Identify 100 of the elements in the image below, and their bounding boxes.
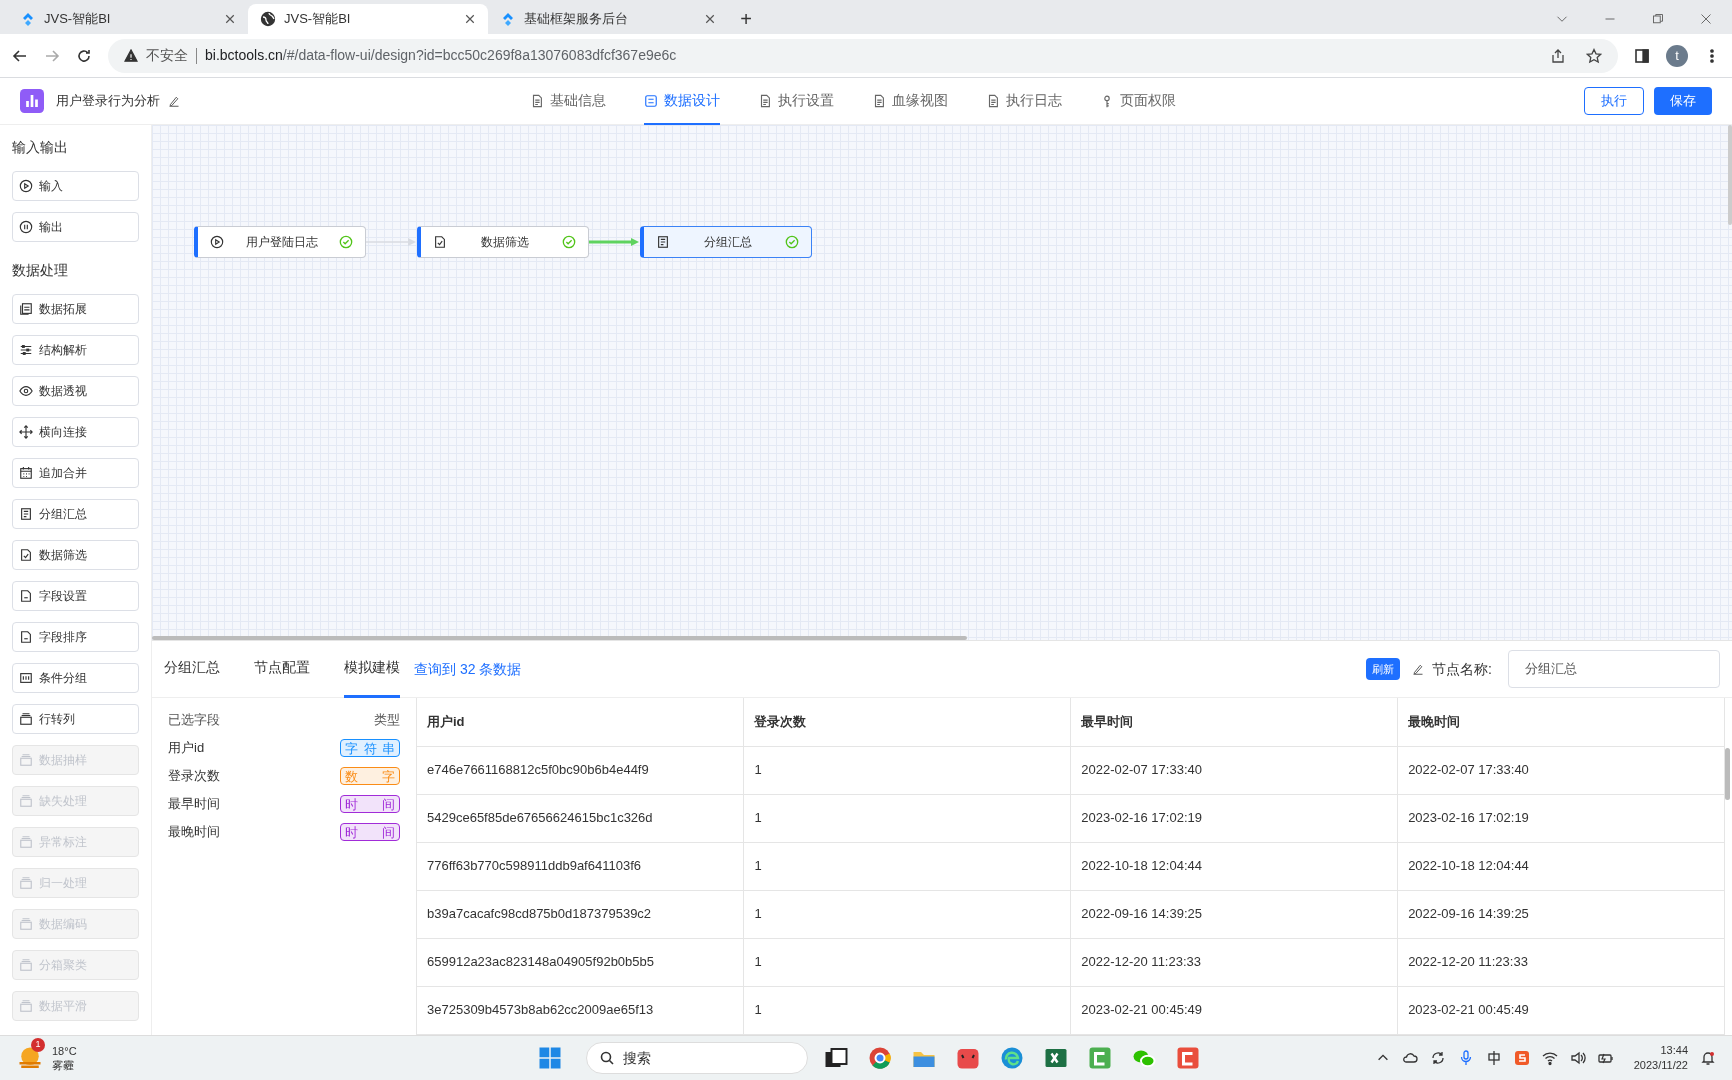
edit-icon [1412, 663, 1425, 675]
panel-tab[interactable]: 模拟建模 [344, 640, 400, 698]
tab-title: 基础框架服务后台 [524, 10, 629, 29]
document-icon [644, 93, 658, 108]
sidebar-item[interactable]: 横向连接 [12, 417, 139, 447]
weather-text: 雾霾 [52, 1058, 75, 1072]
clock-date: 2023/11/22 [1633, 1058, 1688, 1073]
panel-tab[interactable]: 节点配置 [254, 640, 310, 698]
table-cell: 2023-02-16 17:02:19 [1070, 794, 1398, 842]
document-icon [530, 93, 544, 108]
close-icon[interactable] [464, 13, 476, 25]
search-field[interactable]: 搜索 [586, 1042, 808, 1074]
document-icon [656, 235, 670, 249]
flow-node[interactable]: 数据筛选 [417, 226, 589, 258]
save-button[interactable]: 保存 [1654, 87, 1712, 115]
table-cell: 2022-10-18 12:04:44 [1397, 842, 1725, 890]
table-cell: 2023-02-16 17:02:19 [1397, 794, 1725, 842]
scrollbar-thumb[interactable] [152, 636, 967, 640]
close-icon[interactable] [1700, 13, 1712, 25]
share-icon[interactable] [1550, 47, 1566, 64]
run-button[interactable]: 执行 [1584, 87, 1644, 115]
cat-app-icon[interactable] [956, 1046, 980, 1070]
table-cell: 2022-12-20 11:23:33 [1397, 938, 1725, 986]
stack-icon [19, 753, 33, 767]
sidebar-item[interactable]: 结构解析 [12, 335, 139, 365]
table-cell: 1 [743, 938, 1071, 986]
sidebar-item[interactable]: 输入 [12, 171, 139, 201]
sidebar-item[interactable]: 输出 [12, 212, 139, 242]
table-cell: 2022-09-16 14:39:25 [1070, 890, 1398, 938]
security-label: 不安全 [146, 46, 188, 65]
column-header: 最晚时间 [1397, 698, 1725, 746]
app-logo-icon [20, 89, 44, 113]
profile-avatar[interactable]: t [1666, 44, 1688, 67]
table-cell: 2023-02-21 00:45:49 [1397, 986, 1725, 1034]
notification-badge: 1 [31, 1038, 45, 1052]
node-label: 分组汇总 [702, 234, 753, 251]
sync-icon[interactable] [1429, 1050, 1446, 1066]
sidebar-item[interactable]: 行转列 [12, 704, 139, 734]
nav-tab[interactable]: 执行设置 [758, 78, 834, 125]
document-icon [19, 507, 33, 521]
edit-icon[interactable] [168, 95, 180, 107]
sidebar-item[interactable]: 字段排序 [12, 622, 139, 652]
sliders-icon [19, 343, 33, 357]
browser-tab[interactable]: JVS-智能BI [248, 4, 488, 34]
node-label: 用户登陆日志 [244, 234, 319, 251]
sidebar-item[interactable]: 字段设置 [12, 581, 139, 611]
notification-bell-icon[interactable] [1700, 1050, 1716, 1066]
nav-tab[interactable]: 执行日志 [986, 78, 1062, 125]
address-bar[interactable]: 不安全 bi.bctools.cn/#/data-flow-ui/design?id=bcc50c269f8a13076083dfcf367e9e6c [108, 38, 1618, 73]
task-view-icon[interactable] [824, 1046, 848, 1070]
volume-icon[interactable] [1569, 1050, 1586, 1066]
sidebar-item[interactable]: 数据透视 [12, 376, 139, 406]
tab-title: JVS-智能BI [284, 10, 352, 29]
refresh-button[interactable]: 刷新 [1366, 658, 1401, 680]
nav-tab[interactable]: 页面权限 [1100, 78, 1176, 125]
panel-tab[interactable]: 分组汇总 [164, 640, 220, 698]
section-heading: 数据处理 [12, 261, 69, 280]
node-name-field[interactable]: 分组汇总 [1508, 650, 1720, 688]
play-icon [19, 179, 33, 193]
copy-icon [19, 302, 33, 316]
sidebar-item[interactable]: 追加合并 [12, 458, 139, 488]
column-header: 类型 [374, 711, 400, 730]
flow-node[interactable]: 分组汇总 [640, 226, 812, 258]
result-count-link[interactable]: 查询到 32 条数据 [414, 658, 522, 680]
stack-icon [19, 835, 33, 849]
close-icon[interactable] [704, 13, 716, 25]
back-icon[interactable] [12, 47, 28, 64]
nav-tab[interactable]: 基础信息 [530, 78, 606, 125]
spreadsheet-icon[interactable] [1044, 1046, 1068, 1070]
restore-icon[interactable] [1652, 13, 1664, 25]
table-cell: 1 [743, 842, 1071, 890]
edge-icon[interactable] [1000, 1046, 1024, 1070]
star-icon[interactable] [1586, 47, 1602, 64]
type-tag: 时间 [340, 823, 400, 841]
windows-icon[interactable] [538, 1046, 562, 1070]
scrollbar-thumb[interactable] [1725, 748, 1730, 800]
new-tab-button[interactable]: + [728, 4, 764, 34]
scrollbar-thumb[interactable] [1728, 125, 1732, 225]
recorder-icon[interactable] [1176, 1046, 1200, 1070]
table-cell: 2022-10-18 12:04:44 [1070, 842, 1398, 890]
sidebar-item[interactable]: 条件分组 [12, 663, 139, 693]
wifi-icon[interactable] [1541, 1050, 1558, 1066]
close-icon[interactable] [224, 13, 236, 25]
flow-node[interactable]: 用户登陆日志 [194, 226, 366, 258]
warning-icon [124, 48, 138, 63]
nav-tab[interactable]: 血缘视图 [872, 78, 948, 125]
sidebar-icon[interactable] [1634, 47, 1650, 64]
sidebar-item[interactable]: 数据筛选 [12, 540, 139, 570]
stack-icon [19, 999, 33, 1013]
sidebar-item[interactable]: 数据拓展 [12, 294, 139, 324]
browser-tab[interactable]: JVS-智能BI [8, 4, 248, 34]
cloud-icon[interactable] [1401, 1050, 1418, 1066]
field-name: 用户id [168, 739, 205, 758]
document-check-icon [433, 235, 447, 249]
reload-icon[interactable] [76, 47, 92, 64]
input-method-icon[interactable] [1485, 1050, 1502, 1066]
type-tag: 字符串 [340, 739, 400, 757]
browser-tab[interactable]: 基础框架服务后台 [488, 4, 728, 34]
sidebar-item[interactable]: 分组汇总 [12, 499, 139, 529]
browser-icon[interactable] [868, 1046, 892, 1070]
